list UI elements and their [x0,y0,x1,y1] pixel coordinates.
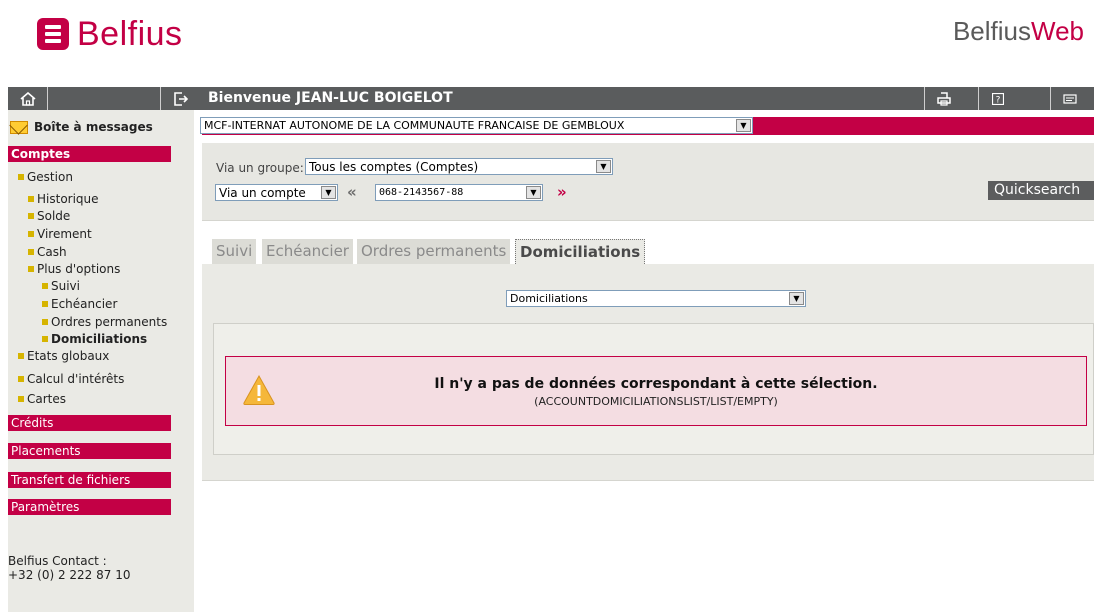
alert-code: (ACCOUNTDOMICILIATIONSLIST/LIST/EMPTY) [534,395,778,408]
dropdown-arrow-icon[interactable]: ▼ [736,119,751,132]
quicksearch-button[interactable]: Quicksearch [988,181,1094,200]
settings-icon [1062,93,1077,104]
sidebar-item-cartes[interactable]: Cartes [18,392,66,406]
bullet-icon [28,213,34,219]
filter-panel [202,143,1094,221]
contact-phone: +32 (0) 2 222 87 10 [8,568,131,582]
next-account-icon[interactable]: » [557,184,567,200]
account-select-value: MCF-INTERNAT AUTONOME DE LA COMMUNAUTE F… [204,119,625,132]
sidebar-item-label: Echéancier [51,297,118,311]
bullet-icon [28,196,34,202]
group-select-value: Tous les comptes (Comptes) [309,159,479,174]
logout-button[interactable] [160,87,200,110]
sidebar-section-credits[interactable]: Crédits [8,415,171,431]
bullet-icon [28,249,34,255]
welcome-message: Bienvenue JEAN-LUC BOIGELOT [208,90,453,106]
message-box-link[interactable]: Boîte à messages [8,118,153,136]
belfius-logo[interactable]: Belfius [37,14,183,54]
sidebar-item-label: Gestion [27,170,73,184]
sidebar-item-suivi[interactable]: Suivi [42,279,80,293]
sidebar-item-label: Plus d'options [37,262,121,276]
contact-label: Belfius Contact : [8,554,107,568]
contact-info: Belfius Contact : +32 (0) 2 222 87 10 [8,554,130,582]
previous-account-icon[interactable]: « [347,184,357,200]
account-number-value: 068-2143567-88 [379,187,464,198]
sidebar-item-label: Domiciliations [51,332,148,346]
sidebar: Boîte à messages Comptes Gestion Histori… [8,110,194,612]
home-button[interactable] [8,87,48,110]
sidebar-item-ordres-permanents[interactable]: Ordres permanents [42,315,167,329]
product-name-part2: Web [1031,16,1084,46]
sidebar-item-calcul-interets[interactable]: Calcul d'intérêts [18,372,124,386]
bullet-icon [18,396,24,402]
sidebar-item-label: Solde [37,209,71,223]
bullet-icon [18,353,24,359]
group-select[interactable]: Tous les comptes (Comptes) ▼ [305,158,613,175]
sidebar-item-historique[interactable]: Historique [28,192,99,206]
bullet-icon [28,266,34,272]
tab-suivi[interactable]: Suivi [212,239,257,264]
bullet-icon [28,231,34,237]
page: Belfius BelfiusWeb Bienvenue JEAN-LUC BO… [0,0,1094,612]
sidebar-section-placements[interactable]: Placements [8,443,171,459]
brand-name: Belfius [77,14,183,53]
sidebar-item-label: Virement [37,227,92,241]
sidebar-item-label: Cartes [27,392,67,406]
envelope-icon [10,120,28,134]
sidebar-item-cash[interactable]: Cash [28,245,67,259]
dropdown-arrow-icon[interactable]: ▼ [526,186,541,199]
bullet-icon [42,301,48,307]
sidebar-item-label: Ordres permanents [51,315,168,329]
sidebar-item-virement[interactable]: Virement [28,227,92,241]
account-select[interactable]: MCF-INTERNAT AUTONOME DE LA COMMUNAUTE F… [200,117,753,134]
settings-button[interactable] [1050,87,1088,110]
dropdown-arrow-icon[interactable]: ▼ [321,186,336,199]
svg-text:?: ? [995,95,1000,105]
sidebar-item-gestion[interactable]: Gestion [18,170,73,184]
sidebar-section-transfert[interactable]: Transfert de fichiers [8,472,171,488]
sidebar-item-echeancier[interactable]: Echéancier [42,297,117,311]
home-icon [19,91,36,106]
tab-domiciliations[interactable]: Domiciliations [515,239,646,264]
mode-select-value: Via un compte [219,185,306,200]
sidebar-item-label: Historique [37,192,99,206]
sidebar-item-label: Cash [37,245,67,259]
sidebar-item-label: Etats globaux [27,349,110,363]
bullet-icon [18,174,24,180]
sidebar-item-solde[interactable]: Solde [28,209,70,223]
sidebar-item-label: Calcul d'intérêts [27,372,125,386]
sidebar-item-label: Suivi [51,279,80,293]
print-button[interactable] [924,87,962,110]
dropdown-arrow-icon[interactable]: ▼ [596,160,611,173]
sidebar-section-comptes[interactable]: Comptes [8,146,171,162]
belfiusweb-logo: BelfiusWeb [953,16,1084,47]
message-box-label: Boîte à messages [34,120,153,134]
sidebar-item-domiciliations[interactable]: Domiciliations [42,332,147,346]
alert-title: Il n'y a pas de données correspondant à … [434,376,878,392]
mode-select[interactable]: Via un compte ▼ [215,184,338,201]
belfius-logo-mark-icon [37,18,69,50]
print-icon [936,91,951,106]
logout-icon [173,91,188,106]
dropdown-arrow-icon[interactable]: ▼ [789,292,804,305]
help-button[interactable]: ? [978,87,1016,110]
product-name-part1: Belfius [952,16,1031,46]
empty-result-alert: Il n'y a pas de données correspondant à … [225,356,1087,426]
sidebar-section-parametres[interactable]: Paramètres [8,499,171,515]
bullet-icon [42,319,48,325]
bullet-icon [42,283,48,289]
top-bar: Bienvenue JEAN-LUC BOIGELOT ? [8,87,1094,110]
view-select[interactable]: Domiciliations ▼ [506,290,806,307]
tab-echeancier[interactable]: Echéancier [262,239,353,264]
tab-ordres-permanents[interactable]: Ordres permanents [357,239,511,264]
help-icon: ? [991,92,1004,105]
sidebar-item-etats-globaux[interactable]: Etats globaux [18,349,109,363]
group-label: Via un groupe: [216,161,304,175]
view-select-value: Domiciliations [510,292,588,305]
account-number-select[interactable]: 068-2143567-88 ▼ [375,184,543,201]
sidebar-item-plus-options[interactable]: Plus d'options [28,262,120,276]
bullet-icon [42,336,48,342]
bullet-icon [18,376,24,382]
